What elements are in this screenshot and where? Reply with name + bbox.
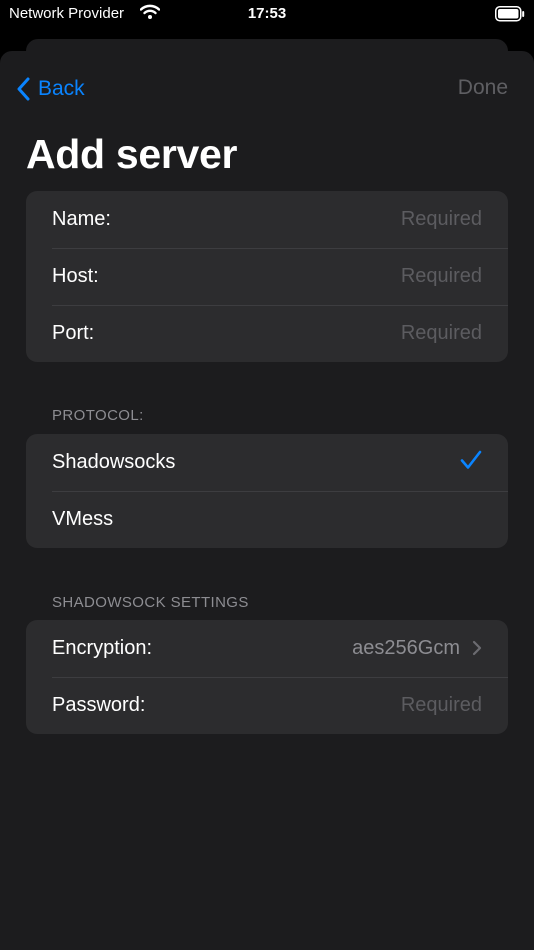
- protocol-option-vmess[interactable]: VMess: [26, 491, 508, 548]
- clock: 17:53: [247, 5, 287, 22]
- name-input[interactable]: [262, 208, 482, 231]
- page-title: Add server: [26, 131, 238, 177]
- back-label: Back: [38, 77, 85, 100]
- protocol-option-label: VMess: [52, 508, 114, 530]
- server-fields-group: Name: Host: Port:: [26, 191, 508, 362]
- shadowsocks-settings-header: SHADOWSOCK SETTINGS: [52, 594, 249, 611]
- encryption-row[interactable]: Encryption: aes256Gcm: [26, 620, 508, 677]
- chevron-right-icon: [472, 636, 482, 662]
- chevron-left-icon: [17, 77, 30, 101]
- status-bar: Network Provider 17:53: [0, 0, 534, 30]
- encryption-label: Encryption:: [52, 637, 153, 659]
- name-row[interactable]: Name:: [26, 191, 508, 248]
- protocol-option-shadowsocks[interactable]: Shadowsocks: [26, 434, 508, 491]
- protocol-section-header: PROTOCOL:: [52, 407, 144, 424]
- name-label: Name:: [52, 208, 111, 230]
- port-row[interactable]: Port:: [26, 305, 508, 362]
- host-input[interactable]: [262, 265, 482, 288]
- back-button[interactable]: Back: [16, 74, 85, 104]
- password-input[interactable]: [262, 694, 482, 717]
- password-row[interactable]: Password:: [26, 677, 508, 734]
- checkmark-icon: [460, 450, 482, 475]
- password-label: Password:: [52, 694, 146, 716]
- port-input[interactable]: [262, 322, 482, 345]
- done-button[interactable]: Done: [458, 76, 508, 100]
- protocol-group: Shadowsocks VMess: [26, 434, 508, 548]
- host-row[interactable]: Host:: [26, 248, 508, 305]
- shadowsocks-settings-group: Encryption: aes256Gcm Password:: [26, 620, 508, 734]
- port-label: Port:: [52, 322, 95, 344]
- encryption-value: aes256Gcm: [352, 637, 460, 659]
- protocol-option-label: Shadowsocks: [52, 451, 176, 473]
- host-label: Host:: [52, 265, 99, 287]
- battery-icon: [495, 6, 525, 27]
